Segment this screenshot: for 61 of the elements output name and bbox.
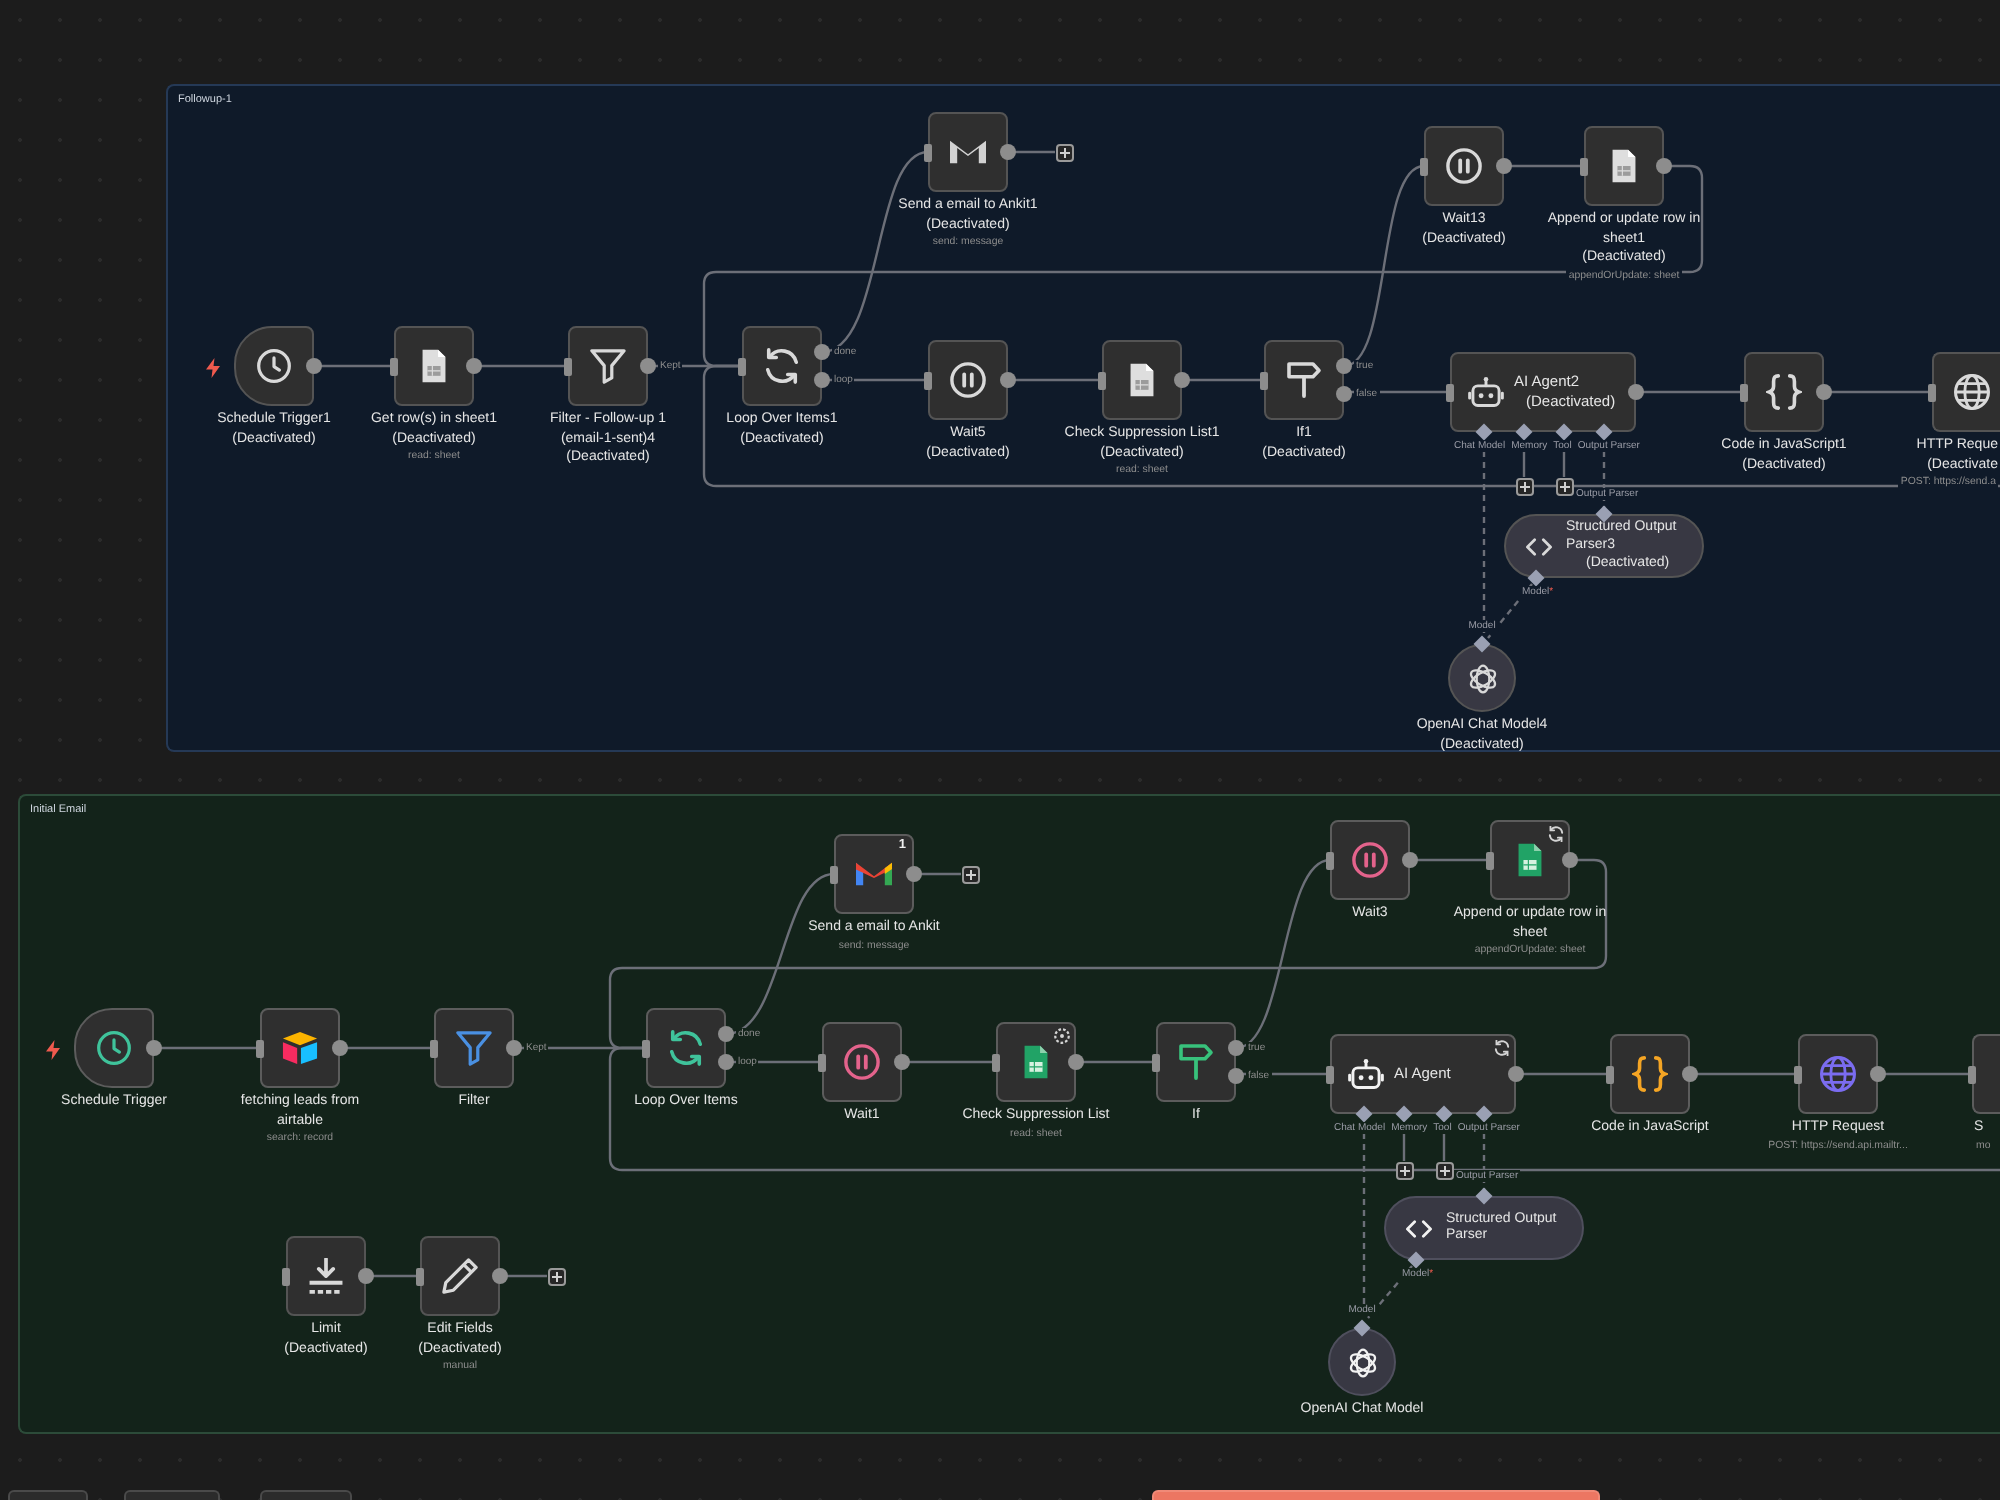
input-handle[interactable] <box>1794 1065 1802 1083</box>
plus-icon <box>1519 481 1529 491</box>
workflow-node[interactable] <box>1102 340 1182 420</box>
workflow-node[interactable] <box>1330 820 1410 900</box>
plus-icon <box>1559 481 1569 491</box>
input-handle[interactable] <box>416 1267 424 1285</box>
input-handle[interactable] <box>1326 1065 1334 1083</box>
input-handle[interactable] <box>282 1267 290 1285</box>
workflow-node[interactable] <box>434 1008 514 1088</box>
input-handle[interactable] <box>430 1039 438 1057</box>
workflow-node[interactable] <box>1424 126 1504 206</box>
workflow-node[interactable] <box>420 1236 500 1316</box>
workflow-node[interactable] <box>1264 340 1344 420</box>
plus-icon <box>965 869 975 879</box>
plus-icon <box>551 1271 561 1281</box>
workflow-node[interactable] <box>286 1236 366 1316</box>
workflow-node[interactable] <box>928 340 1008 420</box>
input-handle[interactable] <box>564 357 572 375</box>
input-handle[interactable] <box>924 371 932 389</box>
input-handle[interactable] <box>642 1039 650 1057</box>
workflow-node[interactable] <box>646 1008 726 1088</box>
lightning-icon <box>46 1039 60 1059</box>
input-handle[interactable] <box>830 865 838 883</box>
workflow-node[interactable] <box>1932 352 2000 432</box>
workflow-node[interactable] <box>928 112 1008 192</box>
input-handle[interactable] <box>1446 383 1454 401</box>
workflow-node[interactable] <box>1610 1034 1690 1114</box>
input-handle[interactable] <box>1740 383 1748 401</box>
plus-icon <box>1439 1165 1449 1175</box>
workflow-node[interactable] <box>1798 1034 1878 1114</box>
input-handle[interactable] <box>256 1039 264 1057</box>
plus-icon <box>1399 1165 1409 1175</box>
workflow-node[interactable] <box>568 326 648 406</box>
input-handle[interactable] <box>1260 371 1268 389</box>
workflow-node[interactable] <box>1972 1034 2000 1114</box>
workflow-node[interactable] <box>1156 1022 1236 1102</box>
input-handle[interactable] <box>818 1053 826 1071</box>
workflow-node[interactable] <box>1490 820 1570 900</box>
input-handle[interactable] <box>1152 1053 1160 1071</box>
workflow-node[interactable] <box>834 834 914 914</box>
lightning-icon <box>206 357 220 377</box>
workflow-node[interactable] <box>822 1022 902 1102</box>
input-handle[interactable] <box>1486 851 1494 869</box>
workflow-node[interactable] <box>742 326 822 406</box>
workflow-node[interactable] <box>260 1008 340 1088</box>
input-handle[interactable] <box>1580 157 1588 175</box>
input-handle[interactable] <box>1606 1065 1614 1083</box>
input-handle[interactable] <box>1420 157 1428 175</box>
workflow-node[interactable] <box>394 326 474 406</box>
workflow-node[interactable] <box>1584 126 1664 206</box>
workflow-node[interactable] <box>996 1022 1076 1102</box>
input-handle[interactable] <box>992 1053 1000 1071</box>
workflow-node[interactable] <box>1744 352 1824 432</box>
input-handle[interactable] <box>924 143 932 161</box>
input-handle[interactable] <box>738 357 746 375</box>
input-handle[interactable] <box>390 357 398 375</box>
plus-icon <box>1059 147 1069 157</box>
input-handle[interactable] <box>1968 1065 1976 1083</box>
input-handle[interactable] <box>1928 383 1936 401</box>
input-handle[interactable] <box>1326 851 1334 869</box>
input-handle[interactable] <box>1098 371 1106 389</box>
